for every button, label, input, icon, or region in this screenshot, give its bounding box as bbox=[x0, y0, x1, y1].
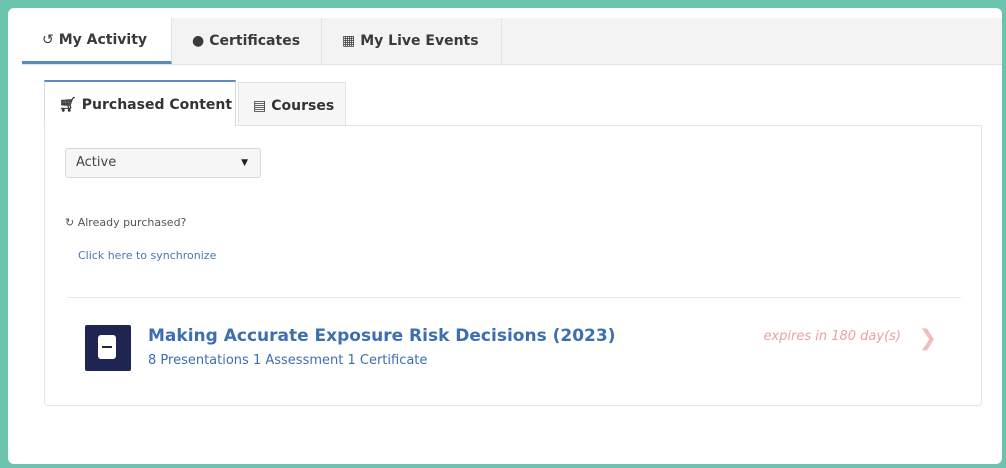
tab-certificates-label: Certificates bbox=[209, 33, 301, 49]
tab-courses-label: Courses bbox=[271, 98, 335, 114]
chevron-down-icon: ▼ bbox=[241, 158, 248, 168]
tab-purchased-content[interactable]: 🛒︎ Purchased Content bbox=[44, 80, 236, 126]
tab-my-live-events-label: My Live Events bbox=[360, 33, 479, 49]
purchased-item[interactable]: Making Accurate Exposure Risk Decisions … bbox=[67, 298, 961, 398]
tab-courses[interactable]: ▤ Courses bbox=[238, 82, 346, 126]
tab-purchased-content-label: Purchased Content bbox=[81, 97, 233, 113]
sync-prompt-label: Already purchased? bbox=[77, 216, 187, 229]
sync-prompt: ↻ Already purchased? bbox=[65, 216, 186, 229]
status-filter-select[interactable]: Active ▼ bbox=[65, 148, 261, 178]
tab-my-activity-label: My Activity bbox=[58, 32, 148, 48]
item-title[interactable]: Making Accurate Exposure Risk Decisions … bbox=[148, 326, 615, 346]
sub-tab-bar: 🛒︎ Purchased Content ▤ Courses bbox=[44, 80, 982, 126]
tab-my-live-events[interactable]: ▦ My Live Events bbox=[322, 18, 502, 64]
course-book-icon bbox=[85, 325, 131, 371]
item-expiry: expires in 180 day(s) bbox=[763, 329, 901, 344]
synchronize-link[interactable]: Click here to synchronize bbox=[78, 249, 216, 262]
status-filter-value: Active bbox=[76, 155, 117, 170]
activity-panel: 🛒︎ Purchased Content ▤ Courses Active ▼ ↻ … bbox=[44, 80, 982, 406]
chevron-right-icon[interactable]: ❯ bbox=[919, 326, 937, 351]
tab-my-activity[interactable]: ↺ My Activity bbox=[22, 18, 172, 64]
history-icon: ↺ bbox=[42, 32, 54, 48]
item-meta: 8 Presentations 1 Assessment 1 Certifica… bbox=[148, 353, 428, 368]
top-tab-bar: ↺ My Activity ● Certificates ▦ My Live Even… bbox=[22, 18, 1002, 65]
tab-certificates[interactable]: ● Certificates bbox=[172, 18, 322, 64]
cart-icon: 🛒︎ bbox=[59, 97, 77, 113]
badge-icon: ● bbox=[192, 33, 205, 49]
book-icon: ▤ bbox=[253, 98, 267, 114]
calendar-icon: ▦ bbox=[342, 33, 356, 49]
refresh-icon: ↻ bbox=[65, 216, 75, 229]
purchased-content-pane: Active ▼ ↻ Already purchased? Click here… bbox=[44, 125, 982, 406]
app-window: ↺ My Activity ● Certificates ▦ My Live Even… bbox=[8, 8, 1002, 464]
